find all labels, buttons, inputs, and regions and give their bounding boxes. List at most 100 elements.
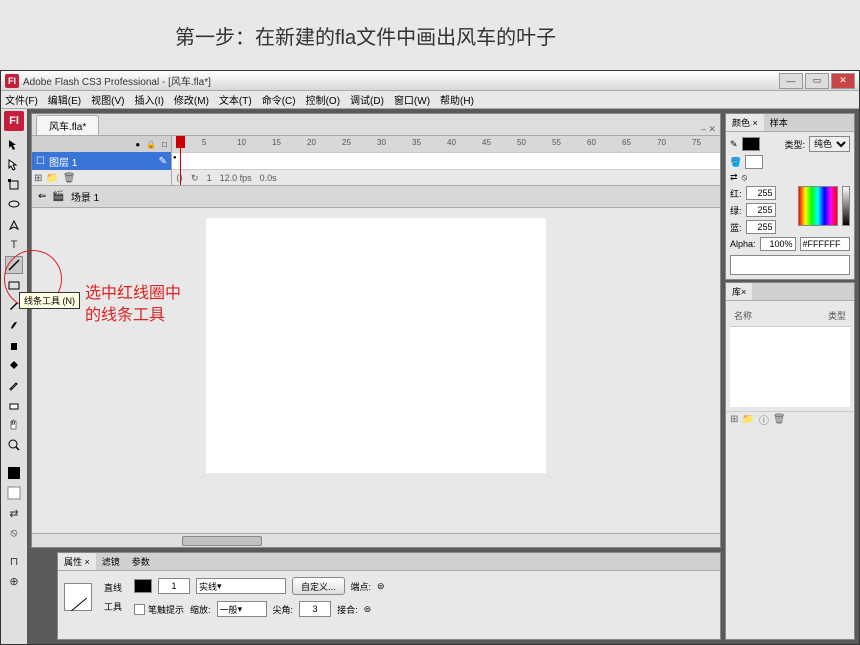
join-icon[interactable]: ⊜ [364,604,372,615]
add-folder-icon[interactable]: 📁 [46,173,58,184]
loop-icon[interactable]: ↻ [191,173,199,184]
stroke-hint-checkbox[interactable] [134,604,145,615]
menu-window[interactable]: 窗口(W) [394,92,430,107]
tab-color[interactable]: 颜色 × [726,114,764,131]
lib-col-type[interactable]: 类型 [828,309,846,322]
back-icon[interactable]: ⇐ [38,191,46,202]
properties-panel: 属性 × 滤镜 参数 直线 工具 实线 ▾ 自 [57,552,721,640]
stage-area[interactable] [32,208,720,533]
ink-bottle-tool[interactable] [5,336,23,354]
layer-row[interactable]: ☐ 图层 1 ✎ [32,152,171,170]
menu-view[interactable]: 视图(V) [91,92,124,107]
pen-tool[interactable] [5,216,23,234]
paint-bucket-tool[interactable] [5,356,23,374]
lasso-tool[interactable] [5,196,23,214]
scene-name[interactable]: 场景 1 [71,189,99,204]
menu-debug[interactable]: 调试(D) [350,92,384,107]
eraser-tool[interactable] [5,396,23,414]
properties-icon[interactable]: ⓘ [759,412,769,427]
add-layer-icon[interactable]: ⊞ [34,173,42,184]
swap-icon[interactable]: ⇄ [730,172,738,183]
close-button[interactable]: ✕ [831,73,855,89]
brush-tool[interactable] [5,316,23,334]
flash-icon: Fl [5,74,19,88]
zoom-tool[interactable] [5,436,23,454]
eyedropper-tool[interactable] [5,376,23,394]
fill-color-swatch[interactable] [5,484,23,502]
custom-button[interactable]: 自定义... [292,577,345,595]
timeline-frames[interactable]: 5101520253035404550556065707580859095100… [172,136,720,185]
tab-filters[interactable]: 滤镜 [96,553,126,570]
stage-canvas[interactable] [206,218,546,473]
red-input[interactable] [746,186,776,200]
bucket-fill-icon[interactable]: 🪣 [730,157,741,168]
scene-icon: 🎬 [52,191,64,202]
menu-control[interactable]: 控制(O) [306,92,340,107]
tab-swatches[interactable]: 样本 [764,114,794,131]
fill-color-box[interactable] [745,155,763,169]
cap-icon[interactable]: ⊜ [377,581,385,592]
visibility-icon[interactable]: ● [135,140,140,149]
props-tabs: 属性 × 滤镜 参数 [58,553,720,571]
menu-text[interactable]: 文本(T) [219,92,252,107]
miter-input[interactable] [299,601,331,617]
lock-icon[interactable]: 🔒 [146,140,156,149]
fill-type-dropdown[interactable]: 纯色 [809,136,850,152]
menu-insert[interactable]: 插入(I) [134,92,163,107]
menu-help[interactable]: 帮助(H) [440,92,474,107]
menu-modify[interactable]: 修改(M) [174,92,209,107]
menu-commands[interactable]: 命令(C) [262,92,296,107]
swap-colors-icon[interactable]: ⇄ [5,504,23,522]
doc-tab[interactable]: 风车.fla* [36,115,99,135]
pencil-stroke-icon[interactable]: ✎ [730,139,738,150]
keyframe[interactable] [172,153,179,169]
menu-file[interactable]: 文件(F) [5,92,38,107]
tab-library[interactable]: 库× [726,283,752,300]
frame-strip[interactable] [172,152,720,170]
selection-tool[interactable] [5,136,23,154]
text-tool[interactable]: T [5,236,23,254]
lib-col-name[interactable]: 名称 [734,309,752,322]
scale-dropdown[interactable]: 一般 ▾ [217,601,267,617]
new-folder-icon[interactable]: 📁 [742,414,754,425]
stroke-color-box[interactable] [742,137,760,151]
delete-icon[interactable]: 🗑 [773,414,786,425]
scroll-thumb[interactable] [182,536,262,546]
doc-tab-controls[interactable]: – ✕ [701,124,716,135]
library-list[interactable] [730,327,850,407]
frame-ruler[interactable]: 5101520253035404550556065707580859095100… [172,136,720,152]
playhead[interactable] [180,136,181,185]
horizontal-scrollbar[interactable] [32,533,720,547]
tab-properties[interactable]: 属性 × [58,553,96,570]
alpha-input[interactable] [760,237,796,251]
tab-parameters[interactable]: 参数 [126,553,156,570]
stroke-weight-input[interactable] [158,578,190,594]
green-input[interactable] [746,203,776,217]
menu-edit[interactable]: 编辑(E) [48,92,81,107]
blue-input[interactable] [746,220,776,234]
outline-icon[interactable]: □ [162,140,167,149]
color-spectrum[interactable] [798,186,838,226]
maximize-button[interactable]: ▭ [805,73,829,89]
no-color-icon[interactable]: ⦸ [5,524,23,542]
gradient-preview[interactable] [730,255,850,275]
right-panels: 颜色 × 样本 ✎ 类型: 纯色 🪣 ⇄ [725,113,855,640]
hand-tool[interactable] [5,416,23,434]
ruler-mark: 70 [657,138,666,147]
smooth-option-icon[interactable]: ⊕ [5,572,23,590]
brightness-bar[interactable] [842,186,850,226]
stroke-color-swatch[interactable] [5,464,23,482]
ruler-mark: 35 [412,138,421,147]
delete-layer-icon[interactable]: 🗑 [63,173,76,184]
line-tool[interactable] [5,256,23,274]
snap-option-icon[interactable]: ⊓ [5,552,23,570]
hex-input[interactable] [800,237,850,251]
nocolor-icon[interactable]: ⦸ [742,172,748,183]
stroke-swatch-icon[interactable] [134,579,152,593]
stroke-style-dropdown[interactable]: 实线 ▾ [196,578,286,594]
subselection-tool[interactable] [5,156,23,174]
new-symbol-icon[interactable]: ⊞ [730,414,738,425]
free-transform-tool[interactable] [5,176,23,194]
tool-name-1: 直线 [104,581,122,594]
minimize-button[interactable]: — [779,73,803,89]
